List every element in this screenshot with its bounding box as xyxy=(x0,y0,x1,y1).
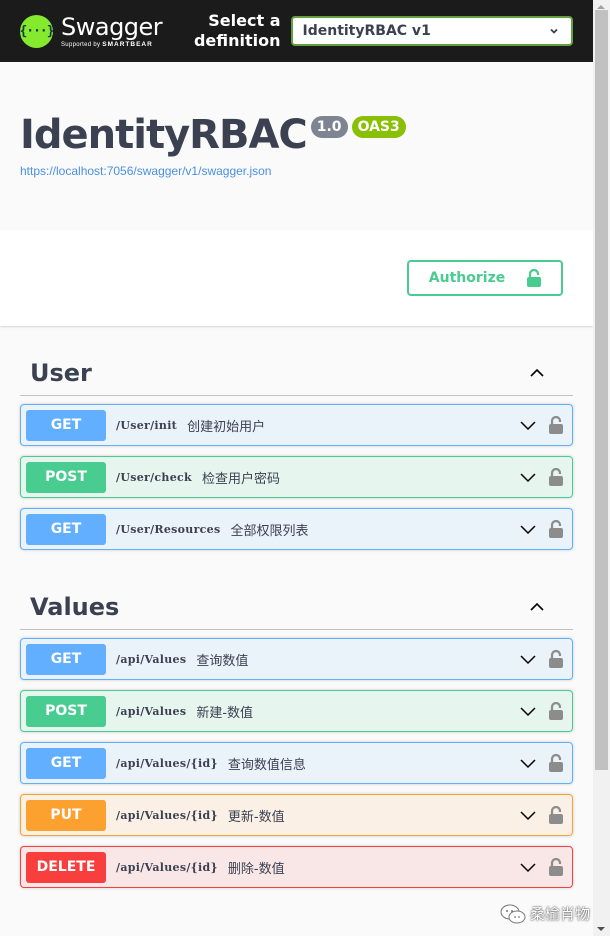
unlocked-icon[interactable] xyxy=(549,650,563,668)
operation-summary: 创建初始用户 xyxy=(187,419,266,435)
operation-path: /User/check xyxy=(116,470,192,484)
method-badge: DELETE xyxy=(26,851,106,883)
tag-section-user: User GET /User/init 创建初始用户 POST /User/ch… xyxy=(20,326,573,550)
method-badge: GET xyxy=(26,409,106,441)
operation-summary: 查询数值信息 xyxy=(227,757,306,773)
tag-header-user[interactable]: User xyxy=(20,326,573,396)
operation-row[interactable]: DELETE /api/Values/{id} 删除-数值 xyxy=(20,846,573,888)
swagger-logo-icon: {···} xyxy=(19,14,55,48)
operation-path: /api/Values/{id} xyxy=(116,808,218,822)
logo-sub-prefix: Supported by xyxy=(61,42,101,48)
topbar: {···} Swagger Supported by SMARTBEAR Sel… xyxy=(0,0,593,62)
unlocked-icon[interactable] xyxy=(549,702,563,720)
operation-row[interactable]: POST /User/check 检查用户密码 xyxy=(20,456,573,498)
logo-text: Swagger Supported by SMARTBEAR xyxy=(61,13,163,48)
tag-section-values: Values GET /api/Values 查询数值 POST /api/Va… xyxy=(20,560,573,888)
operation-summary: 查询数值 xyxy=(196,653,249,669)
chevron-down-icon[interactable] xyxy=(519,468,537,486)
info-section: IdentityRBAC 1.0 OAS3 https://localhost:… xyxy=(0,62,593,230)
chevron-down-icon[interactable] xyxy=(519,858,537,876)
chevron-down-icon[interactable] xyxy=(519,806,537,824)
unlocked-icon[interactable] xyxy=(549,468,563,486)
oas-badge: OAS3 xyxy=(351,116,406,138)
scroll-up-arrow-icon[interactable] xyxy=(597,5,605,9)
tag-header-values[interactable]: Values xyxy=(20,560,573,630)
wechat-icon xyxy=(500,904,526,923)
spec-url-link[interactable]: https://localhost:7056/swagger/v1/swagge… xyxy=(20,164,573,178)
unlocked-icon[interactable] xyxy=(549,754,563,772)
operation-row[interactable]: POST /api/Values 新建-数值 xyxy=(20,690,573,732)
unlocked-icon[interactable] xyxy=(549,858,563,876)
logo-name: Swagger xyxy=(61,13,163,41)
vertical-scrollbar[interactable] xyxy=(593,0,610,936)
swagger-logo[interactable]: {···} Swagger Supported by SMARTBEAR xyxy=(19,13,186,48)
method-badge: GET xyxy=(26,513,106,545)
operation-row[interactable]: GET /api/Values 查询数值 xyxy=(20,638,573,680)
definition-select-value: IdentityRBAC v1 xyxy=(302,23,431,39)
operation-summary: 检查用户密码 xyxy=(201,471,280,487)
method-badge: PUT xyxy=(26,799,106,831)
scrollbar-thumb[interactable] xyxy=(595,10,608,770)
select-label-line2: definition xyxy=(193,31,281,50)
scroll-down-arrow-icon[interactable] xyxy=(597,927,605,931)
unlocked-icon[interactable] xyxy=(549,806,563,824)
watermark: 桑榆肖物 xyxy=(500,903,590,924)
chevron-down-icon[interactable] xyxy=(519,702,537,720)
method-badge: GET xyxy=(26,747,106,779)
operation-row[interactable]: GET /api/Values/{id} 查询数值信息 xyxy=(20,742,573,784)
unlocked-icon[interactable] xyxy=(549,520,563,538)
tag-operations: GET /api/Values 查询数值 POST /api/Values 新建… xyxy=(20,630,573,888)
operation-summary: 删除-数值 xyxy=(227,861,285,877)
tag-name: Values xyxy=(30,592,120,621)
operation-path: /api/Values/{id} xyxy=(116,860,218,874)
chevron-down-icon[interactable] xyxy=(519,520,537,538)
title-row: IdentityRBAC 1.0 OAS3 xyxy=(20,112,573,158)
logo-sub: Supported by SMARTBEAR xyxy=(61,41,162,48)
unlocked-icon[interactable] xyxy=(549,416,563,434)
operation-summary: 新建-数值 xyxy=(196,705,254,721)
chevron-down-icon[interactable] xyxy=(519,650,537,668)
method-badge: GET xyxy=(26,643,106,675)
api-title: IdentityRBAC xyxy=(20,112,308,158)
logo-glyph: {···} xyxy=(19,23,54,39)
logo-sub-brand: SMARTBEAR xyxy=(102,41,153,48)
method-badge: POST xyxy=(26,695,106,727)
operation-path: /api/Values xyxy=(116,704,187,718)
definition-select[interactable]: IdentityRBAC v1 xyxy=(290,16,573,46)
operation-summary: 全部权限列表 xyxy=(230,523,309,539)
watermark-text: 桑榆肖物 xyxy=(529,905,590,923)
operation-row[interactable]: GET /User/Resources 全部权限列表 xyxy=(20,508,573,550)
tag-operations: GET /User/init 创建初始用户 POST /User/check 检… xyxy=(20,396,573,550)
unlocked-icon xyxy=(527,269,542,287)
version-badge: 1.0 xyxy=(310,116,348,138)
operation-path: /api/Values/{id} xyxy=(116,756,218,770)
operation-path: /User/Resources xyxy=(116,522,221,536)
chevron-up-icon[interactable] xyxy=(527,597,547,617)
swagger-page: {···} Swagger Supported by SMARTBEAR Sel… xyxy=(0,0,593,936)
operation-path: /User/init xyxy=(116,418,178,432)
chevron-down-icon xyxy=(550,28,558,34)
chevron-down-icon[interactable] xyxy=(519,416,537,434)
select-label-line1: Select a xyxy=(208,11,281,30)
operation-path: /api/Values xyxy=(116,652,187,666)
method-badge: POST xyxy=(26,461,106,493)
authorize-label: Authorize xyxy=(428,270,506,286)
tag-name: User xyxy=(30,358,92,387)
operation-row[interactable]: PUT /api/Values/{id} 更新-数值 xyxy=(20,794,573,836)
operation-summary: 更新-数值 xyxy=(227,809,285,825)
chevron-up-icon[interactable] xyxy=(527,363,547,383)
operations-list: User GET /User/init 创建初始用户 POST /User/ch… xyxy=(0,326,593,888)
operation-row[interactable]: GET /User/init 创建初始用户 xyxy=(20,404,573,446)
authorize-button[interactable]: Authorize xyxy=(407,260,563,296)
scheme-container: Authorize xyxy=(0,230,593,326)
chevron-down-icon[interactable] xyxy=(519,754,537,772)
select-definition-label: Select a definition xyxy=(190,11,281,51)
